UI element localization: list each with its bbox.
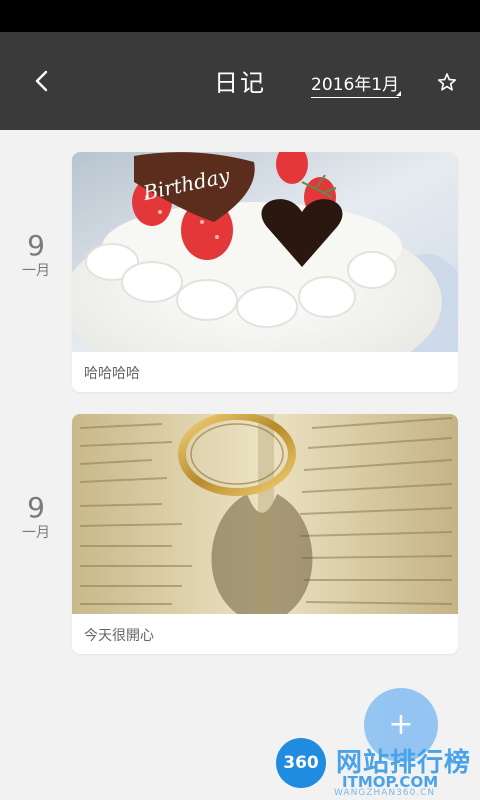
entry-month: 一月 bbox=[22, 263, 50, 279]
entry-caption: 哈哈哈哈 bbox=[84, 366, 140, 382]
entry-caption: 今天很開心 bbox=[84, 628, 154, 644]
ring-on-book-photo bbox=[72, 414, 458, 614]
app-header: 日记 2016年1月 bbox=[0, 32, 480, 130]
diary-entry-card[interactable]: 今天很開心 bbox=[72, 414, 458, 654]
month-selector-label: 2016年1月 bbox=[311, 75, 400, 95]
entry-day: 9 bbox=[27, 229, 45, 262]
site-watermark: 360 网站排行榜 ITMOP.COM WANGZHAN360.CN bbox=[272, 738, 480, 800]
entry-date: 9 一月 bbox=[12, 230, 60, 280]
star-outline-icon bbox=[437, 73, 457, 91]
status-bar bbox=[0, 0, 480, 32]
entry-day: 9 bbox=[27, 491, 45, 524]
birthday-cake-photo: Birthday bbox=[72, 152, 458, 352]
page-title: 日记 bbox=[214, 69, 266, 97]
entry-month: 一月 bbox=[22, 525, 50, 541]
back-button[interactable] bbox=[26, 64, 60, 98]
favorite-button[interactable] bbox=[436, 71, 458, 93]
watermark-badge: 360 bbox=[276, 738, 326, 788]
chevron-left-icon bbox=[35, 70, 48, 92]
watermark-url: WANGZHAN360.CN bbox=[334, 788, 436, 798]
dropdown-corner-icon bbox=[396, 91, 402, 96]
diary-entry-card[interactable]: Birthday 哈哈哈哈 bbox=[72, 152, 458, 392]
entry-date: 9 一月 bbox=[12, 492, 60, 542]
month-selector[interactable]: 2016年1月 bbox=[311, 70, 402, 98]
